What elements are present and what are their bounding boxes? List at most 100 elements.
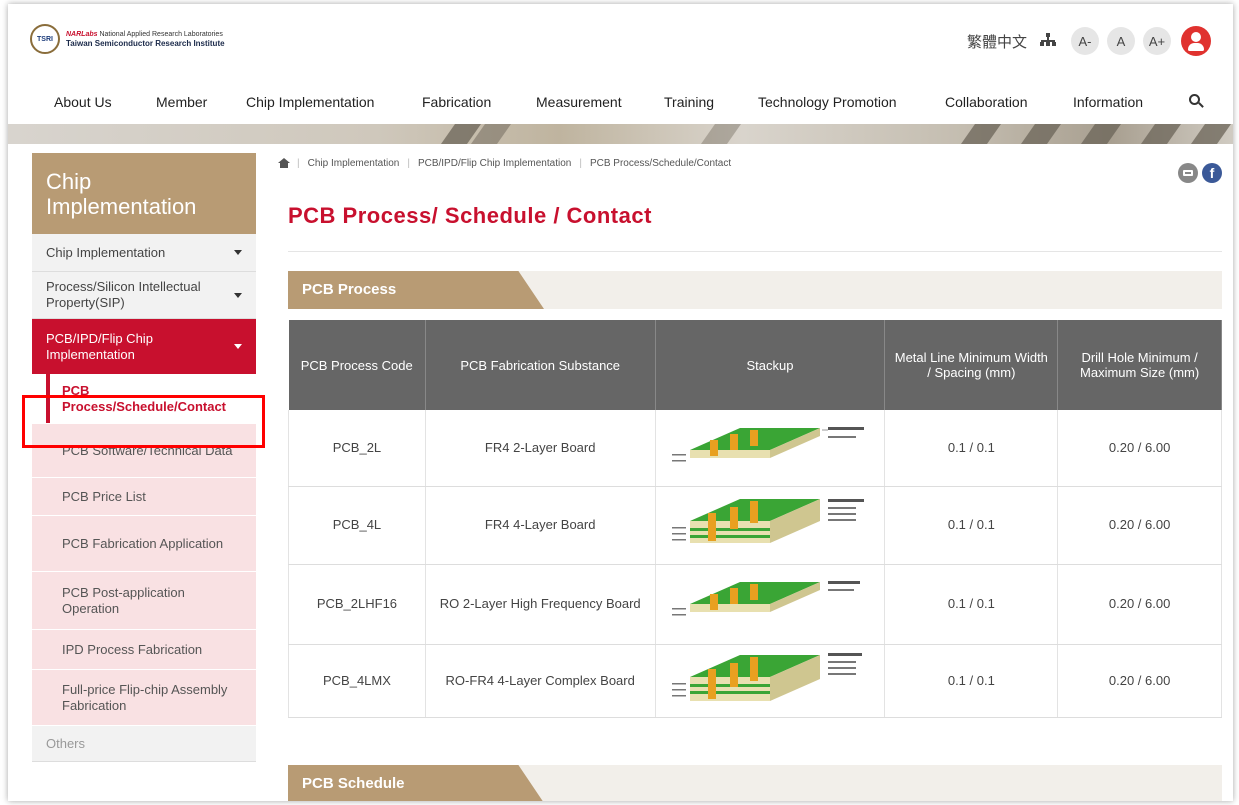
sidebar-subitem-label: IPD Process Fabrication — [62, 641, 203, 657]
sidebar-subitem-label: PCB Price List — [62, 488, 146, 504]
cell-metal-line: 0.1 / 0.1 — [884, 486, 1059, 565]
main-content: | Chip Implementation | PCB/IPD/Flip Chi… — [278, 153, 1222, 801]
header-tools: 繁體中文 A- A A+ — [967, 26, 1211, 56]
section-title: PCB Process — [288, 271, 544, 309]
table-header: PCB Fabrication Substance — [425, 320, 656, 410]
sidebar-item-pcb-ipd-flip-chip[interactable]: PCB/IPD/Flip Chip Implementation — [32, 319, 256, 374]
browser-page: TSRI NARLabs National Applied Research L… — [8, 4, 1233, 801]
sidebar-item-label: Others — [46, 735, 86, 751]
cell-drill-hole: 0.20 / 6.00 — [1057, 644, 1222, 718]
breadcrumb: | Chip Implementation | PCB/IPD/Flip Chi… — [278, 153, 1222, 173]
stackup-image — [655, 410, 886, 487]
pcb-stackup-image — [671, 426, 864, 462]
cell-substance: RO 2-Layer High Frequency Board — [425, 564, 656, 645]
cell-code: PCB_4LMX — [288, 644, 426, 718]
sidebar-subitem-label: PCB Fabrication Application — [62, 535, 224, 551]
cell-metal-line: 0.1 / 0.1 — [884, 410, 1059, 487]
section-pcb-process: PCB Process — [288, 271, 1222, 309]
chevron-down-icon — [234, 292, 242, 298]
stackup-image — [655, 644, 886, 718]
banner-strip — [8, 124, 1233, 144]
stackup-image — [655, 486, 886, 565]
logo-text: NARLabs National Applied Research Labora… — [66, 30, 225, 48]
font-size-normal-button[interactable]: A — [1107, 27, 1135, 55]
nav-chip-implementation[interactable]: Chip Implementation — [246, 94, 374, 110]
cell-drill-hole: 0.20 / 6.00 — [1057, 564, 1222, 645]
sidebar-item-others[interactable]: Others — [32, 726, 256, 762]
sidebar-item-label: Process/Silicon Intellectual Property(SI… — [46, 279, 201, 310]
logo-line1: National Applied Research Laboratories — [99, 31, 223, 38]
pcb-stackup-image — [671, 652, 862, 701]
breadcrumb-item[interactable]: PCB/IPD/Flip Chip Implementation — [418, 158, 571, 169]
sidebar-item-label: PCB/IPD/Flip Chip Implementation — [46, 330, 153, 362]
pcb-stackup-image — [671, 581, 860, 616]
sidebar-subitem-full-price-flip-chip[interactable]: Full-price Flip-chip Assembly Fabricatio… — [32, 670, 256, 726]
cell-code: PCB_4L — [288, 486, 426, 565]
share-tools: f — [1178, 163, 1222, 183]
cell-substance: RO-FR4 4-Layer Complex Board — [425, 644, 656, 718]
sidebar-subitem-label: PCB Post-application Operation — [62, 584, 185, 616]
logo-brand: NARLabs — [66, 31, 98, 38]
cell-code: PCB_2L — [288, 410, 426, 487]
breadcrumb-item[interactable]: Chip Implementation — [308, 158, 400, 169]
table-row: PCB_2LHF16 RO 2-Layer High Frequency Boa… — [288, 564, 1222, 645]
cell-drill-hole: 0.20 / 6.00 — [1057, 486, 1222, 565]
section-pcb-schedule: PCB Schedule — [288, 765, 1222, 801]
table-row: PCB_4LMX RO-FR4 4-Layer Complex Board 0.… — [288, 644, 1222, 718]
cell-metal-line: 0.1 / 0.1 — [884, 564, 1059, 645]
sidebar-subitem-ipd-process-fabrication[interactable]: IPD Process Fabrication — [32, 630, 256, 670]
nav-training[interactable]: Training — [664, 94, 714, 110]
sidebar-subitem-pcb-fabrication-application[interactable]: PCB Fabrication Application — [32, 516, 256, 572]
site-logo[interactable]: TSRI NARLabs National Applied Research L… — [30, 24, 225, 54]
stackup-image — [655, 564, 886, 645]
facebook-icon[interactable]: f — [1202, 163, 1222, 183]
highlight-box — [22, 395, 265, 448]
chevron-down-icon — [234, 250, 242, 255]
tsri-seal-icon: TSRI — [30, 24, 60, 54]
table-header: Drill Hole Minimum / Maximum Size (mm) — [1057, 320, 1222, 410]
sidebar-item-label: Chip Implementation — [46, 244, 166, 260]
logo-line2: Taiwan Semiconductor Research Institute — [66, 39, 225, 48]
section-title: PCB Schedule — [288, 765, 544, 801]
breadcrumb-item: PCB Process/Schedule/Contact — [589, 157, 732, 169]
nav-information[interactable]: Information — [1073, 94, 1143, 110]
pcb-process-table: PCB Process Code PCB Fabrication Substan… — [288, 320, 1222, 718]
main-nav: About Us Member Chip Implementation Fabr… — [8, 88, 1233, 120]
table-header: Metal Line Minimum Width / Spacing (mm) — [884, 320, 1059, 410]
home-icon[interactable] — [278, 158, 290, 168]
table-row: PCB_4L FR4 4-Layer Board 0.1 / 0.1 0.20 … — [288, 486, 1222, 565]
nav-member[interactable]: Member — [156, 94, 207, 110]
sidebar-subitem-label: Full-price Flip-chip Assembly Fabricatio… — [62, 681, 228, 713]
cell-metal-line: 0.1 / 0.1 — [884, 644, 1059, 718]
cell-drill-hole: 0.20 / 6.00 — [1057, 410, 1222, 487]
divider — [288, 251, 1222, 252]
page-title: PCB Process/ Schedule / Contact — [288, 203, 652, 228]
sidebar-subitem-pcb-post-application-operation[interactable]: PCB Post-application Operation — [32, 572, 256, 630]
cell-substance: FR4 2-Layer Board — [425, 410, 656, 487]
nav-technology-promotion[interactable]: Technology Promotion — [758, 94, 897, 110]
font-size-small-button[interactable]: A- — [1071, 27, 1099, 55]
sidebar: Chip Implementation Chip Implementation … — [32, 153, 256, 762]
nav-about-us[interactable]: About Us — [54, 94, 112, 110]
user-account-icon[interactable] — [1181, 26, 1211, 56]
nav-measurement[interactable]: Measurement — [536, 94, 622, 110]
sitemap-icon[interactable] — [1039, 32, 1057, 50]
sidebar-item-chip-implementation[interactable]: Chip Implementation — [32, 234, 256, 272]
cell-substance: FR4 4-Layer Board — [425, 486, 656, 565]
nav-collaboration[interactable]: Collaboration — [945, 94, 1028, 110]
pcb-stackup-image — [671, 499, 864, 543]
cell-code: PCB_2LHF16 — [288, 564, 426, 645]
search-icon[interactable] — [1189, 94, 1205, 110]
language-link[interactable]: 繁體中文 — [967, 31, 1027, 52]
table-header: PCB Process Code — [288, 320, 426, 410]
chevron-down-icon — [234, 344, 242, 349]
sidebar-subitem-pcb-price-list[interactable]: PCB Price List — [32, 478, 256, 516]
table-row: PCB_2L FR4 2-Layer Board 0.1 / 0.1 0.20 … — [288, 410, 1222, 487]
sidebar-title: Chip Implementation — [32, 153, 256, 234]
top-header: TSRI NARLabs National Applied Research L… — [8, 4, 1233, 84]
table-header: Stackup — [655, 320, 886, 410]
nav-fabrication[interactable]: Fabrication — [422, 94, 491, 110]
print-icon[interactable] — [1178, 163, 1198, 183]
sidebar-item-process-sip[interactable]: Process/Silicon Intellectual Property(SI… — [32, 272, 256, 319]
font-size-large-button[interactable]: A+ — [1143, 27, 1171, 55]
